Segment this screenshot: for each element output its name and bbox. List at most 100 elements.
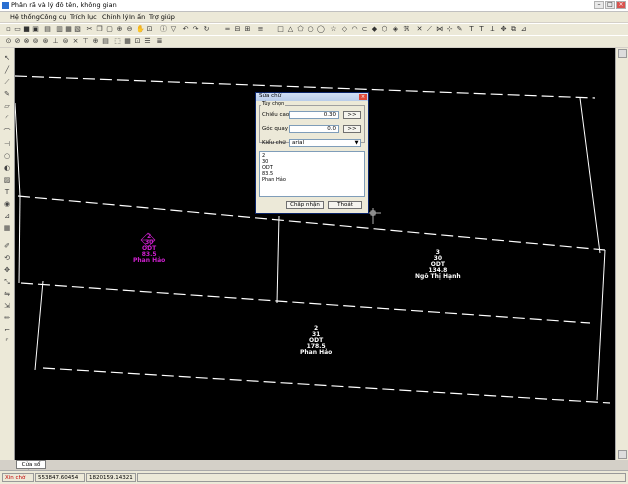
eraser-icon[interactable]: ▱ — [3, 102, 11, 110]
brush-tool-icon[interactable]: ✏ — [3, 314, 11, 322]
dialog-title-bar[interactable]: Sửa chữ × — [256, 93, 368, 101]
brush-icon[interactable]: ✎ — [456, 26, 463, 33]
text-tool-icon[interactable]: T — [3, 188, 11, 196]
close-button[interactable]: × — [616, 1, 626, 9]
stretch-icon[interactable]: ⇲ — [3, 302, 11, 310]
split-icon[interactable]: ⟋ — [426, 26, 433, 33]
scroll-up-arrow[interactable] — [618, 49, 627, 58]
new-file-icon[interactable]: ▫ — [5, 26, 12, 33]
angle-input[interactable]: 0.0 — [289, 125, 339, 133]
snap-mid-icon[interactable]: ⊗ — [23, 38, 30, 45]
move-icon[interactable]: ✥ — [500, 26, 507, 33]
text-point-icon[interactable]: T — [468, 26, 475, 33]
snap-perp-icon[interactable]: ⊥ — [52, 38, 59, 45]
minimize-button[interactable]: – — [594, 1, 604, 9]
line-style-icon[interactable]: ≡ — [257, 26, 264, 33]
layer-list-icon[interactable]: ▤ — [102, 38, 109, 45]
arc-icon[interactable]: ◠ — [351, 26, 358, 33]
snap-icon[interactable]: ⊙ — [5, 38, 12, 45]
undo-icon[interactable]: ↶ — [182, 26, 189, 33]
dimension-icon[interactable]: ⊿ — [3, 212, 11, 220]
ok-button[interactable]: Chấp nhận — [286, 201, 324, 209]
angle-more-button[interactable]: >> — [343, 125, 361, 133]
move-tool-icon[interactable]: ✥ — [3, 266, 11, 274]
copy-icon[interactable]: ❐ — [96, 26, 103, 33]
command-window-tab[interactable]: Cửa sổ lệnh — [16, 460, 46, 476]
info-icon[interactable]: ⓘ — [160, 26, 167, 33]
scale-tool-icon[interactable]: ⤡ — [3, 278, 11, 286]
delete-icon[interactable]: ✕ — [416, 26, 423, 33]
cut-icon[interactable]: ✂ — [86, 26, 93, 33]
menu-help[interactable]: Trợ giúp — [149, 13, 175, 21]
polygon-icon[interactable]: ◇ — [341, 26, 348, 33]
fillet-icon[interactable]: ⌜ — [3, 338, 11, 346]
diamond-icon[interactable]: ◆ — [371, 26, 378, 33]
triangle-icon[interactable]: △ — [287, 26, 294, 33]
area-icon[interactable]: ▦ — [3, 224, 11, 232]
filter-icon[interactable]: ▽ — [170, 26, 177, 33]
snap-end-icon[interactable]: ⊘ — [14, 38, 21, 45]
rectangle-icon[interactable]: □ — [277, 26, 284, 33]
snap-node-icon[interactable]: ⊛ — [42, 38, 49, 45]
zoom-out-icon[interactable]: ⊖ — [126, 26, 133, 33]
marker-icon[interactable]: ✐ — [3, 242, 11, 250]
text-icon[interactable]: T — [478, 26, 485, 33]
save-as-icon[interactable]: ▣ — [32, 26, 39, 33]
parcel-label[interactable]: 3 30 ODT 134.8 Ngô Thị Hạnh — [415, 250, 461, 280]
copy-object-icon[interactable]: ⧉ — [510, 26, 517, 33]
transform-icon[interactable]: ⟲ — [3, 254, 11, 262]
menu-system[interactable]: Hệ thống — [10, 13, 40, 21]
parcel-label-selected[interactable]: 2 30 ODT 83.5 Phan Hảo — [133, 234, 165, 264]
select-icon[interactable]: ⬚ — [114, 38, 121, 45]
mirror-icon[interactable]: ⇋ — [3, 290, 11, 298]
text-content-area[interactable]: 2 30 ODT 83.5 Phan Hảo — [259, 151, 365, 197]
hexagon-icon[interactable]: ⬡ — [381, 26, 388, 33]
edit-vertex-icon[interactable]: ⊹ — [446, 26, 453, 33]
circle-icon[interactable]: ○ — [307, 26, 314, 33]
fill-icon[interactable]: ◐ — [3, 164, 11, 172]
refresh-icon[interactable]: ↻ — [203, 26, 210, 33]
node-icon[interactable]: ◈ — [392, 26, 399, 33]
polyline-icon[interactable]: ⟋ — [3, 78, 11, 86]
trim-icon[interactable]: ⊣ — [3, 140, 11, 148]
zoom-in-icon[interactable]: ⊕ — [116, 26, 123, 33]
chamfer-icon[interactable]: ⌐ — [3, 326, 11, 334]
snap-near-icon[interactable]: ⊜ — [62, 38, 69, 45]
properties-icon[interactable]: ▦ — [124, 38, 131, 45]
shape-a-icon[interactable]: ⊂ — [361, 26, 368, 33]
height-input[interactable]: 0.30 — [289, 111, 339, 119]
arc-tool-icon[interactable]: ◜ — [3, 114, 11, 122]
cancel-button[interactable]: Thoát — [328, 201, 362, 209]
chevron-down-icon[interactable]: ▼ — [353, 140, 360, 146]
settings-icon[interactable]: ☰ — [144, 38, 151, 45]
line-icon[interactable]: ╱ — [3, 66, 11, 74]
open-folder-icon[interactable]: ▭ — [14, 26, 21, 33]
text-rotate-icon[interactable]: Ʇ — [489, 26, 496, 33]
save-icon[interactable]: ■ — [23, 26, 30, 33]
ortho-icon[interactable]: ⊤ — [82, 38, 89, 45]
pan-icon[interactable]: ✋ — [136, 26, 145, 33]
scroll-down-arrow[interactable] — [618, 450, 627, 459]
print-preview-icon[interactable]: ⊡ — [134, 38, 141, 45]
offset-icon[interactable]: ⌒ — [3, 128, 11, 136]
circle-tool-icon[interactable]: ○ — [3, 152, 11, 160]
target-icon[interactable]: ⊕ — [92, 38, 99, 45]
grid-icon[interactable]: ▦ — [65, 26, 72, 33]
hatch-icon[interactable]: ▨ — [3, 176, 11, 184]
pointer-icon[interactable]: ↖ — [3, 54, 11, 62]
scale-icon[interactable]: ⊞ — [244, 26, 251, 33]
snap-int-icon[interactable]: × — [72, 38, 79, 45]
pentagon-icon[interactable]: ⬠ — [297, 26, 304, 33]
text-ref-icon[interactable]: ℜ — [403, 26, 410, 33]
parcel-label[interactable]: 2 31 ODT 178.5 Phan Hảo — [300, 326, 332, 356]
star-icon[interactable]: ☆ — [330, 26, 337, 33]
table-icon[interactable]: ▧ — [74, 26, 81, 33]
redo-icon[interactable]: ↷ — [192, 26, 199, 33]
height-more-button[interactable]: >> — [343, 111, 361, 119]
menu-tools[interactable]: Công cụ — [40, 13, 67, 21]
attribute-icon[interactable]: ⊿ — [520, 26, 527, 33]
snap-center-icon[interactable]: ⊚ — [32, 38, 39, 45]
dialog-close-button[interactable]: × — [359, 94, 367, 100]
pencil-icon[interactable]: ✎ — [3, 90, 11, 98]
menu-extract[interactable]: Trích lục — [70, 13, 97, 21]
